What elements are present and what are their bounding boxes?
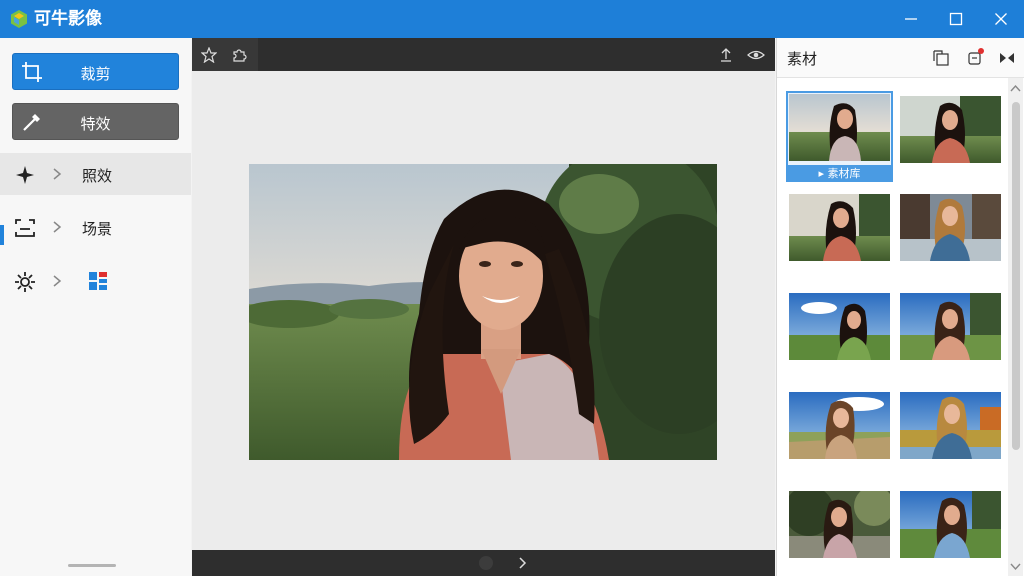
- export-button[interactable]: [931, 48, 951, 68]
- export-icon: [933, 50, 949, 66]
- materials-panel: 素材 ▸ 素材库: [776, 38, 1024, 576]
- thumbnail[interactable]: [900, 293, 1001, 360]
- layout-grid-icon: [89, 272, 107, 290]
- thumbnail[interactable]: [789, 491, 890, 558]
- thumbnail[interactable]: [900, 194, 1001, 261]
- compare-icon: [1000, 53, 1014, 63]
- preview-button[interactable]: [746, 45, 766, 65]
- puzzle-icon: [233, 49, 247, 62]
- effects-button[interactable]: 特效: [12, 103, 179, 140]
- canvas-bottom-bar: [192, 550, 775, 576]
- thumbnail[interactable]: [789, 94, 890, 161]
- thumbnail[interactable]: [789, 194, 890, 261]
- canvas-area[interactable]: [192, 71, 775, 550]
- minimize-icon: [905, 18, 917, 20]
- thumbnail[interactable]: [789, 392, 890, 459]
- sidebar-scroll-handle[interactable]: [68, 564, 116, 567]
- materials-scrollbar[interactable]: [1008, 78, 1023, 576]
- chevron-right-icon: [53, 275, 62, 287]
- sidebar-item-settings[interactable]: [0, 260, 191, 302]
- panel-title: 素材: [787, 50, 818, 68]
- eye-icon: [747, 50, 765, 60]
- sidebar-item-scene[interactable]: 场景: [0, 206, 191, 248]
- gear-icon: [15, 272, 35, 292]
- main-photo[interactable]: [249, 164, 717, 460]
- thumbnail[interactable]: [900, 392, 1001, 459]
- close-button[interactable]: [978, 0, 1024, 38]
- close-icon: [995, 13, 1007, 25]
- crop-button[interactable]: 裁剪: [12, 53, 179, 90]
- app-logo-icon: [11, 10, 27, 28]
- chevron-right-icon: [53, 221, 62, 233]
- favorite-button[interactable]: [199, 45, 219, 65]
- sidebar-item-label: 照效: [82, 167, 113, 185]
- maximize-button[interactable]: [933, 0, 979, 38]
- notification-badge: [978, 48, 984, 54]
- thumbnail-caption[interactable]: ▸ 素材库: [786, 165, 893, 182]
- page-indicator: [479, 556, 493, 570]
- notification-button[interactable]: [965, 48, 985, 68]
- compare-button[interactable]: [997, 48, 1017, 68]
- sidebar-item-lighting[interactable]: 照效: [0, 153, 191, 195]
- star-icon: [201, 47, 217, 63]
- scroll-down-icon[interactable]: [1010, 562, 1021, 572]
- scroll-up-icon[interactable]: [1010, 83, 1021, 93]
- crop-button-label: 裁剪: [80, 65, 111, 83]
- app-title: 可牛影像: [34, 9, 102, 29]
- upload-button[interactable]: [716, 45, 736, 65]
- chevron-right-icon: [53, 168, 62, 180]
- thumbnail[interactable]: [900, 491, 1001, 558]
- sparkle-icon: [16, 166, 34, 184]
- thumbnail[interactable]: [900, 96, 1001, 163]
- maximize-icon: [949, 12, 963, 26]
- scene-frame-icon: [15, 219, 35, 237]
- sidebar-item-label: 场景: [82, 220, 113, 238]
- scrollbar-thumb[interactable]: [1012, 102, 1020, 450]
- left-sidebar: 裁剪 特效 照效 场景: [0, 38, 191, 576]
- caption-arrow-icon: ▸: [818, 167, 828, 180]
- minimize-button[interactable]: [888, 0, 934, 38]
- title-bar: 可牛影像: [0, 0, 1024, 38]
- thumbnail[interactable]: [789, 293, 890, 360]
- thumbnail-caption-text: 素材库: [827, 167, 861, 180]
- upload-icon: [721, 48, 731, 62]
- canvas-toolbar: [192, 38, 775, 71]
- plugin-button[interactable]: [229, 45, 249, 65]
- materials-header: 素材: [777, 38, 1024, 78]
- chevron-right-icon[interactable]: [518, 557, 528, 569]
- effects-button-label: 特效: [80, 115, 111, 133]
